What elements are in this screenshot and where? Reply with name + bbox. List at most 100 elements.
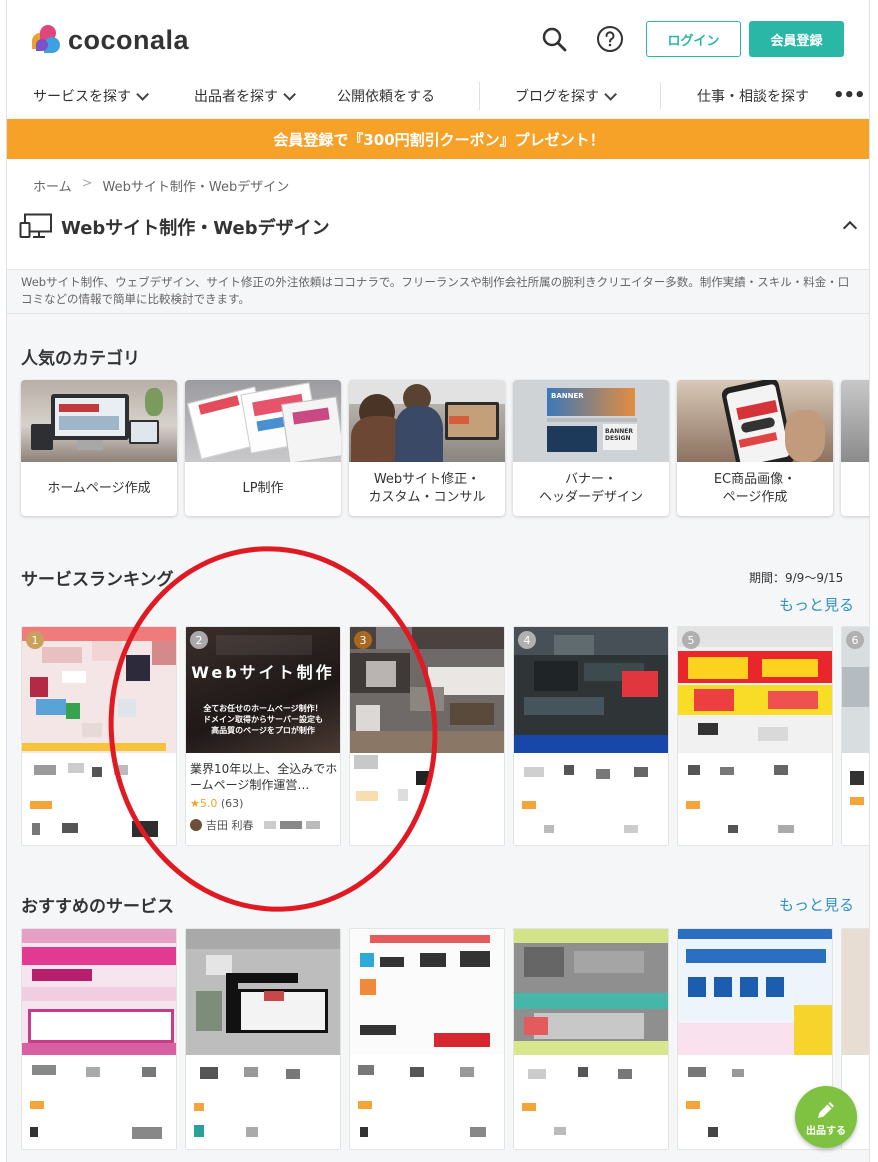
nav-public-request[interactable]: 公開依頼をする [337, 86, 435, 106]
category-description: Webサイト制作、ウェブデザイン、サイト修正の外注依頼はココナラで。フリーランス… [7, 269, 869, 314]
service-title[interactable]: 業界10年以上、全込みでホームページ制作運営… [190, 761, 338, 793]
ranking-service-card[interactable]: 1 [21, 626, 177, 846]
recommended-services-title: おすすめのサービス [21, 897, 174, 917]
popular-category-card[interactable]: EC商品画像・ ページ作成 [677, 380, 833, 516]
service-thumbnail [678, 627, 832, 753]
help-icon[interactable] [595, 24, 625, 54]
ranking-service-card[interactable]: 5 [677, 626, 833, 846]
category-image [841, 380, 869, 462]
popular-category-card[interactable]: LP制作 [185, 380, 341, 516]
service-thumbnail [186, 929, 340, 1055]
category-image [21, 380, 177, 462]
promo-banner[interactable]: 会員登録で『300円割引クーポン』プレゼント！ [7, 119, 869, 159]
category-image [349, 380, 505, 462]
nav-label: サービスを探す [33, 89, 131, 105]
desktop-monitor-icon [19, 213, 52, 238]
login-button[interactable]: ログイン [646, 21, 741, 57]
popular-category-label-empty [841, 462, 869, 516]
service-info: 業界10年以上、全込みでホームページ制作運営… ★5.0 (63) 吉田 利春 [186, 753, 340, 845]
service-thumbnail [514, 929, 668, 1055]
popular-category-card[interactable]: BANNER BANNER DESIGN バナー・ ヘッダーデザイン [513, 380, 669, 516]
nav-find-jobs[interactable]: 仕事・相談を探す [697, 86, 809, 106]
service-thumbnail [350, 627, 504, 753]
service-thumbnail [350, 929, 504, 1055]
recommended-service-card[interactable] [349, 928, 505, 1150]
chevron-up-icon[interactable] [842, 220, 858, 236]
chevron-down-icon [136, 87, 149, 101]
category-title: Webサイト制作・Webデザイン [19, 213, 330, 241]
popular-category-card[interactable]: Webサイト修正・ カスタム・コンサル [349, 380, 505, 516]
service-info-blurred [22, 1055, 176, 1147]
breadcrumb: ホーム > Webサイト制作・Webデザイン [33, 176, 289, 195]
ranking-service-card[interactable]: 4 [513, 626, 669, 846]
service-rating: ★5.0 (63) [190, 797, 243, 810]
popular-category-label: EC商品画像・ ページ作成 [713, 472, 797, 505]
category-image: BANNER BANNER DESIGN [513, 380, 669, 462]
seller-name[interactable]: 吉田 利春 [206, 817, 254, 833]
review-count: (63) [220, 797, 244, 810]
recommended-service-card[interactable] [21, 928, 177, 1150]
service-info-blurred [186, 1055, 340, 1147]
nav-find-blogs[interactable]: ブログを探す [515, 86, 617, 106]
category-image [185, 380, 341, 462]
nav-divider [660, 82, 661, 110]
service-thumbnail [22, 929, 176, 1055]
category-header: ホーム > Webサイト制作・Webデザイン Webサイト制作・Webデザイン [7, 159, 869, 269]
rank-badge: 4 [518, 631, 536, 649]
featured-ranking-service-card[interactable]: Webサイト制作 全てお任せのホームページ制作！ ドメイン取得からサーバー設定も… [185, 626, 341, 846]
chevron-down-icon [604, 87, 617, 101]
star-icon: ★ [190, 797, 200, 810]
chevron-down-icon [283, 87, 296, 101]
recommended-more-link[interactable]: もっと見る [779, 894, 854, 915]
recommended-service-card[interactable] [185, 928, 341, 1150]
blurred-badge [279, 821, 302, 829]
ranking-more-link[interactable]: もっと見る [779, 594, 854, 615]
more-menu-icon[interactable]: ••• [833, 85, 866, 106]
ranking-service-card-partial[interactable]: 6 [841, 626, 869, 846]
popular-categories-title: 人気のカテゴリ [21, 349, 140, 369]
service-info-blurred [350, 1055, 504, 1147]
sell-fab-button[interactable]: 出品する [795, 1086, 857, 1148]
thumbnail-subtitle: 全てお任せのホームページ制作！ ドメイン取得からサーバー設定も 高品質のページを… [203, 704, 323, 735]
rank-badge: 5 [682, 631, 700, 649]
signup-button[interactable]: 会員登録 [749, 21, 844, 57]
logo-mark-icon [32, 25, 62, 55]
service-ranking-title: サービスランキング [21, 570, 174, 590]
nav-label: 出品者を探す [194, 89, 278, 105]
popular-category-label: バナー・ ヘッダーデザイン [538, 472, 643, 505]
logo-text: coconala [68, 24, 190, 55]
page: coconala ログイン 会員登録 サービスを探す 出品者を探す 公開依頼をす… [6, 0, 870, 1162]
service-info-blurred [842, 753, 869, 845]
banner-image-text: BANNER DESIGN [605, 428, 633, 442]
logo[interactable]: coconala [32, 24, 189, 56]
popular-category-card-partial[interactable] [841, 380, 869, 516]
service-info-blurred [514, 1055, 668, 1147]
popular-category-label: Webサイト修正・ カスタム・コンサル [368, 472, 486, 505]
popular-category-card[interactable]: ホームページ作成 [21, 380, 177, 516]
thumbnail-title: Webサイト制作 [191, 663, 335, 682]
main-nav: サービスを探す 出品者を探す 公開依頼をする ブログを探す 仕事・相談を探す •… [7, 76, 869, 116]
nav-label: ブログを探す [515, 89, 599, 105]
nav-divider [479, 82, 480, 110]
ranking-period: 期間：9/9〜9/15 [749, 571, 844, 585]
nav-find-sellers[interactable]: 出品者を探す [194, 86, 296, 106]
sell-fab-label: 出品する [806, 1125, 846, 1137]
seller-info: 吉田 利春 [190, 817, 320, 833]
service-info-blurred [350, 753, 504, 845]
search-icon[interactable] [539, 24, 569, 54]
breadcrumb-current: Webサイト制作・Webデザイン [102, 180, 290, 195]
avatar [190, 819, 202, 831]
blurred-badge [263, 821, 276, 829]
recommended-service-card[interactable] [513, 928, 669, 1150]
breadcrumb-home[interactable]: ホーム [33, 176, 72, 195]
service-thumbnail [22, 627, 176, 753]
site-header: coconala ログイン 会員登録 サービスを探す 出品者を探す 公開依頼をす… [7, 0, 869, 118]
service-info-blurred [22, 753, 176, 845]
category-image [677, 380, 833, 462]
service-thumbnail [514, 627, 668, 753]
nav-label: 公開依頼をする [337, 89, 435, 105]
rating-value: 5.0 [199, 797, 218, 810]
service-thumbnail [678, 929, 832, 1055]
ranking-service-card[interactable]: 3 [349, 626, 505, 846]
nav-find-services[interactable]: サービスを探す [33, 86, 149, 106]
